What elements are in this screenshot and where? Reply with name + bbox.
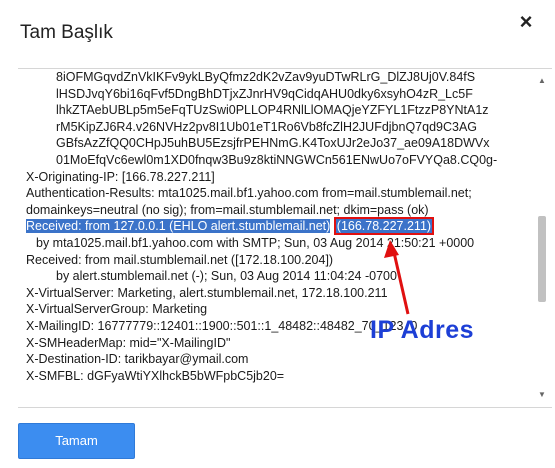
header-line: X-VirtualServer: Marketing, alert.stumbl… [26,285,388,300]
received-ip-box: (166.78.227.211) [333,217,435,236]
ip-address-annotation: IP Adres [370,316,475,344]
header-line: Received: from mail.stumblemail.net ([17… [26,252,334,267]
header-text-area[interactable]: 8iOFMGqvdZnVkIKFv9ykLByQfmz2dK2vZav9yuDT… [18,68,552,408]
header-line: X-Destination-ID: tarikbayar@ymail.com [26,352,249,367]
header-line: by alert.stumblemail.net (-); Sun, 03 Au… [56,269,397,284]
header-line: lHSDJvqY6bi16qFvf5DngBhDTjxZJnrHV9qCidqA… [56,86,473,101]
full-header-dialog: Tam Başlık × 8iOFMGqvdZnVkIKFv9ykLByQfmz… [0,0,555,468]
dialog-title: Tam Başlık [20,22,113,43]
header-line: rM5KipZJ6R4.v26NVHz2pv8I1Ub01eT1Ro6Vb8fc… [56,119,478,134]
vertical-scrollbar[interactable]: ▲ ▼ [536,76,548,400]
chevron-up-icon[interactable]: ▲ [536,76,548,86]
header-line: 01MoEfqVc6ewl0m1XD0fnqw3Bu9z8ktiNNGWCn56… [56,152,498,167]
header-line: lhkZTAebUBLp5m5eFqTUzSwi0PLLOP4RNlLlOMAQ… [56,103,489,118]
header-line: by mta1025.mail.bf1.yahoo.com with SMTP;… [36,235,475,250]
header-line: GBfsAzZfQQ0CHpJ5uhBU5EzsjfrPEHNmG.K4ToxU… [56,136,490,151]
scrollbar-thumb[interactable] [538,216,546,302]
ok-button[interactable]: Tamam [18,423,135,459]
header-line: 8iOFMGqvdZnVkIKFv9ykLByQfmz2dK2vZav9yuDT… [56,70,476,84]
header-line: X-SMFBL: dGFyaWtiYXlhckB5bWFpbC5jb20= [26,368,285,383]
close-icon[interactable]: × [514,10,538,34]
header-line: X-Originating-IP: [166.78.227.211] [26,169,215,184]
received-line-highlighted: Received: from 127.0.0.1 (EHLO alert.stu… [26,217,531,236]
received-highlight: Received: from 127.0.0.1 (EHLO alert.stu… [26,219,331,234]
header-line: domainkeys=neutral (no sig); from=mail.s… [26,202,429,217]
header-line: Authentication-Results: mta1025.mail.bf1… [26,186,472,201]
chevron-down-icon[interactable]: ▼ [536,390,548,400]
